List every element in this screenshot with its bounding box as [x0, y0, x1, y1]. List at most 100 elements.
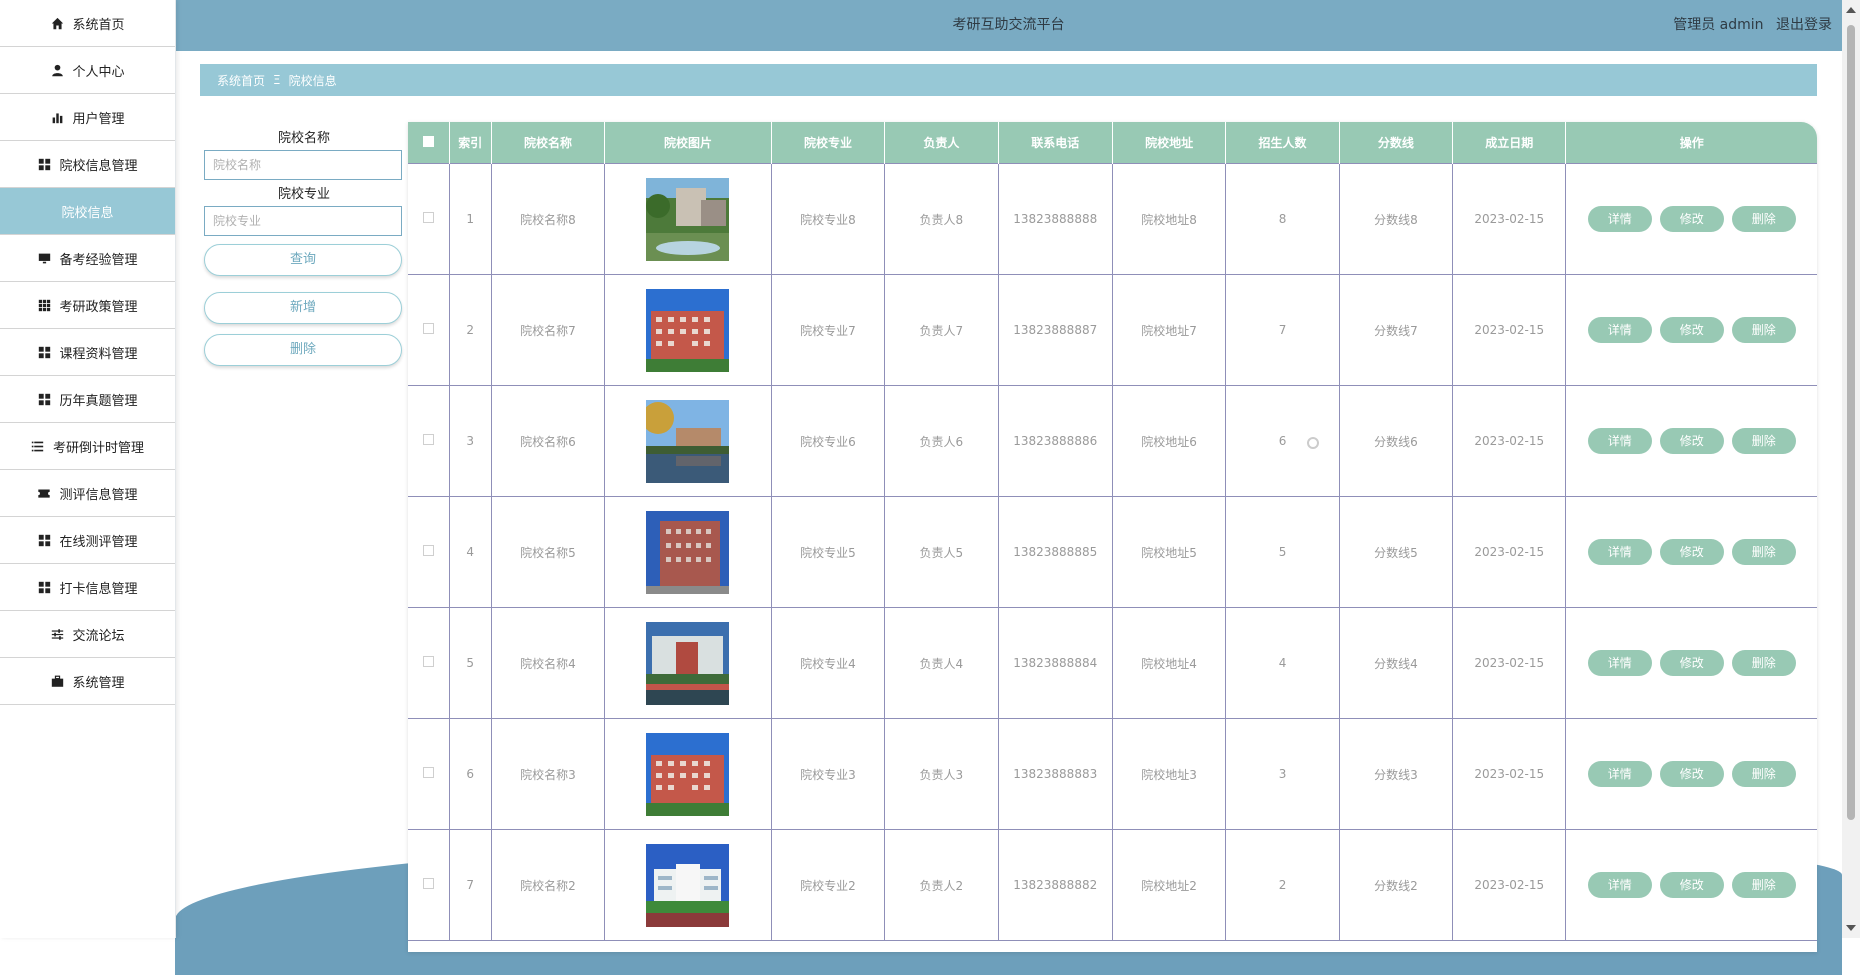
campus-image[interactable]	[646, 843, 730, 927]
column-header: 成立日期	[1452, 122, 1567, 164]
sidebar-item[interactable]: 考研倒计时管理	[0, 423, 175, 470]
cell-date: 2023-02-15	[1452, 718, 1567, 830]
delete-button[interactable]: 删除	[1731, 650, 1796, 676]
sidebar-item[interactable]: 系统首页	[0, 0, 175, 47]
cell-date: 2023-02-15	[1452, 496, 1567, 608]
grid-icon	[37, 533, 51, 547]
cell-address: 院校地址6	[1111, 385, 1227, 497]
query-button[interactable]: 查询	[204, 244, 402, 276]
campus-image[interactable]	[646, 177, 730, 261]
scroll-down-icon[interactable]	[1846, 925, 1856, 931]
sidebar-item[interactable]: 个人中心	[0, 47, 175, 94]
row-checkbox[interactable]	[422, 212, 434, 223]
row-checkbox[interactable]	[422, 434, 434, 445]
detail-button[interactable]: 详情	[1587, 206, 1652, 232]
sidebar-item[interactable]: 院校信息管理	[0, 141, 175, 188]
top-bar: 考研互助交流平台 管理员 admin 退出登录	[175, 0, 1842, 51]
breadcrumb-separator-icon: Ξ	[273, 73, 281, 87]
campus-image[interactable]	[646, 510, 730, 594]
delete-button[interactable]: 删除	[1731, 761, 1796, 787]
campus-image[interactable]	[646, 288, 730, 372]
cell-name: 院校名称3	[490, 718, 606, 830]
detail-button[interactable]: 详情	[1587, 539, 1652, 565]
cell-major: 院校专业4	[770, 607, 886, 719]
edit-button[interactable]: 修改	[1659, 206, 1724, 232]
sidebar-item[interactable]: 用户管理	[0, 94, 175, 141]
edit-button[interactable]: 修改	[1659, 761, 1724, 787]
detail-button[interactable]: 详情	[1587, 428, 1652, 454]
sidebar-item[interactable]: 系统管理	[0, 658, 175, 705]
detail-button[interactable]: 详情	[1587, 317, 1652, 343]
cell-manager: 负责人6	[884, 385, 999, 497]
campus-image[interactable]	[646, 732, 730, 816]
user-label: 管理员 admin	[1673, 17, 1764, 33]
grid-icon	[37, 345, 51, 359]
cell-phone: 13823888885	[997, 496, 1113, 608]
cell-phone: 13823888883	[997, 718, 1113, 830]
add-button[interactable]: 新增	[204, 292, 402, 324]
delete-button[interactable]: 删除	[1731, 428, 1796, 454]
cell-manager: 负责人3	[884, 718, 999, 830]
vertical-scrollbar[interactable]	[1842, 0, 1860, 938]
sidebar-item-label: 考研政策管理	[59, 299, 138, 315]
cell-score: 分数线5	[1338, 496, 1454, 608]
row-checkbox[interactable]	[422, 656, 434, 667]
campus-image-cell	[604, 385, 772, 497]
scroll-up-icon[interactable]	[1846, 7, 1856, 13]
sidebar-item[interactable]: 课程资料管理	[0, 329, 175, 376]
cell-major: 院校专业6	[770, 385, 886, 497]
delete-button[interactable]: 删除	[1731, 206, 1796, 232]
delete-button[interactable]: 删除	[1731, 539, 1796, 565]
delete-button[interactable]: 删除	[1731, 317, 1796, 343]
cell-phone: 13823888886	[997, 385, 1113, 497]
column-header: 院校名称	[491, 122, 606, 164]
cell-enrollment: 3	[1225, 718, 1340, 830]
row-checkbox[interactable]	[422, 878, 434, 889]
sidebar-item[interactable]: 交流论坛	[0, 611, 175, 658]
edit-button[interactable]: 修改	[1659, 650, 1724, 676]
sidebar-item[interactable]: 打卡信息管理	[0, 564, 175, 611]
detail-button[interactable]: 详情	[1587, 872, 1652, 898]
cell-enrollment: 4	[1225, 607, 1340, 719]
cell-manager: 负责人8	[884, 163, 999, 275]
edit-button[interactable]: 修改	[1659, 539, 1724, 565]
row-checkbox[interactable]	[422, 545, 434, 556]
campus-image-cell	[604, 496, 772, 608]
name-search-input[interactable]	[204, 150, 402, 180]
breadcrumb-home[interactable]: 系统首页	[217, 72, 265, 89]
cell-index: 1	[448, 163, 492, 275]
cell-major: 院校专业8	[770, 163, 886, 275]
major-search-input[interactable]	[204, 206, 402, 236]
row-select-cell	[408, 718, 450, 830]
sidebar-item[interactable]: 考研政策管理	[0, 282, 175, 329]
logout-link[interactable]: 退出登录	[1776, 17, 1832, 33]
detail-button[interactable]: 详情	[1587, 761, 1652, 787]
cell-index: 3	[448, 385, 492, 497]
edit-button[interactable]: 修改	[1659, 872, 1724, 898]
sidebar-item[interactable]: 历年真题管理	[0, 376, 175, 423]
sidebar-item[interactable]: 在线测评管理	[0, 517, 175, 564]
campus-image[interactable]	[646, 621, 730, 705]
table-header-row: 索引 院校名称 院校图片 院校专业 负责人 联系电话 院校地址 招生人数 分数线 成立日期 操作	[408, 122, 1817, 164]
cell-name: 院校名称7	[490, 274, 606, 386]
select-all-checkbox[interactable]	[422, 135, 434, 147]
scroll-thumb[interactable]	[1847, 25, 1855, 820]
edit-button[interactable]: 修改	[1659, 428, 1724, 454]
batch-delete-button[interactable]: 删除	[204, 334, 402, 366]
cell-index: 7	[448, 829, 492, 941]
edit-button[interactable]: 修改	[1659, 317, 1724, 343]
sidebar-item-label: 打卡信息管理	[59, 581, 138, 597]
row-checkbox[interactable]	[422, 767, 434, 778]
cell-phone: 13823888887	[997, 274, 1113, 386]
campus-image[interactable]	[646, 399, 730, 483]
detail-button[interactable]: 详情	[1587, 650, 1652, 676]
delete-button[interactable]: 删除	[1731, 872, 1796, 898]
row-checkbox[interactable]	[422, 323, 434, 334]
sidebar-item-label: 个人中心	[72, 64, 125, 80]
sidebar-item-label: 院校信息管理	[59, 158, 138, 174]
sidebar-item[interactable]: 备考经验管理	[0, 235, 175, 282]
sidebar-item[interactable]: 院校信息	[0, 188, 175, 235]
sidebar-item[interactable]: 测评信息管理	[0, 470, 175, 517]
cell-date: 2023-02-15	[1452, 607, 1567, 719]
column-header: 院校图片	[604, 122, 772, 164]
